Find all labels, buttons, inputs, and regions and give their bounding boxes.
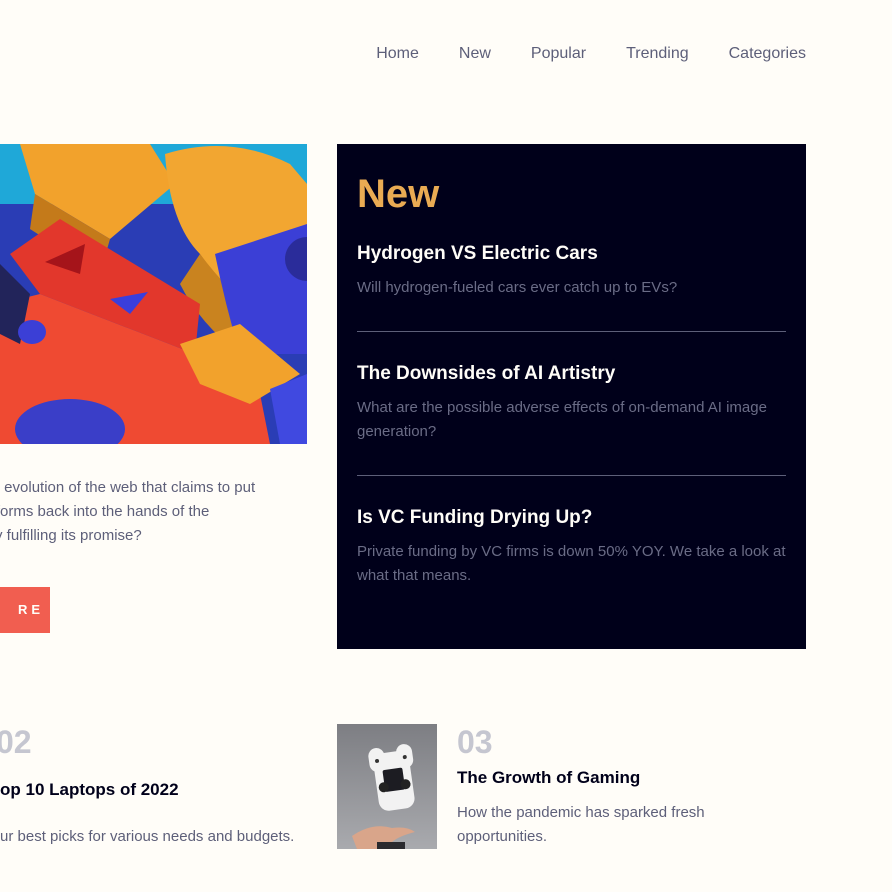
new-article-desc: What are the possible adverse effects of… — [357, 399, 767, 440]
hero-excerpt: ext evolution of the web that claims to … — [0, 476, 320, 548]
card-desc: ur best picks for various needs and budg… — [0, 828, 295, 845]
hero-image — [0, 144, 307, 444]
nav-popular[interactable]: Popular — [531, 44, 586, 64]
nav-categories[interactable]: Categories — [729, 44, 806, 64]
card-number: 03 — [457, 724, 493, 760]
new-panel-title: New — [357, 172, 440, 216]
hero-text-line: latforms back into the hands of the — [0, 503, 210, 520]
hero-text-line: ext evolution of the web that claims to … — [0, 479, 256, 496]
new-articles-panel: New Hydrogen VS Electric Cars Will hydro… — [337, 144, 806, 649]
new-article-title[interactable]: Is VC Funding Drying Up? — [357, 506, 786, 530]
nav-home[interactable]: Home — [376, 44, 419, 64]
new-article-title[interactable]: The Downsides of AI Artistry — [357, 362, 786, 386]
nav-new[interactable]: New — [459, 44, 491, 64]
new-article-item: Hydrogen VS Electric Cars Will hydrogen-… — [357, 242, 786, 300]
divider — [357, 475, 786, 476]
new-article-title[interactable]: Hydrogen VS Electric Cars — [357, 242, 786, 266]
card-desc: How the pandemic has sparked fresh oppor… — [457, 804, 705, 845]
new-article-desc: Private funding by VC firms is down 50% … — [357, 543, 786, 584]
divider — [357, 331, 786, 332]
gaming-thumbnail[interactable] — [337, 724, 437, 849]
hero-text-line: ally fulfilling its promise? — [0, 527, 142, 544]
new-article-desc: Will hydrogen-fueled cars ever catch up … — [357, 279, 678, 296]
new-article-item: The Downsides of AI Artistry What are th… — [357, 362, 786, 444]
nav-trending[interactable]: Trending — [626, 44, 689, 64]
new-article-item: Is VC Funding Drying Up? Private funding… — [357, 506, 786, 588]
card-title[interactable]: The Growth of Gaming — [457, 767, 640, 789]
card-title[interactable]: op 10 Laptops of 2022 — [0, 779, 179, 801]
card-number: 02 — [0, 724, 32, 760]
read-more-button[interactable]: RE — [0, 587, 50, 633]
main-nav: Home New Popular Trending Categories — [376, 44, 806, 64]
